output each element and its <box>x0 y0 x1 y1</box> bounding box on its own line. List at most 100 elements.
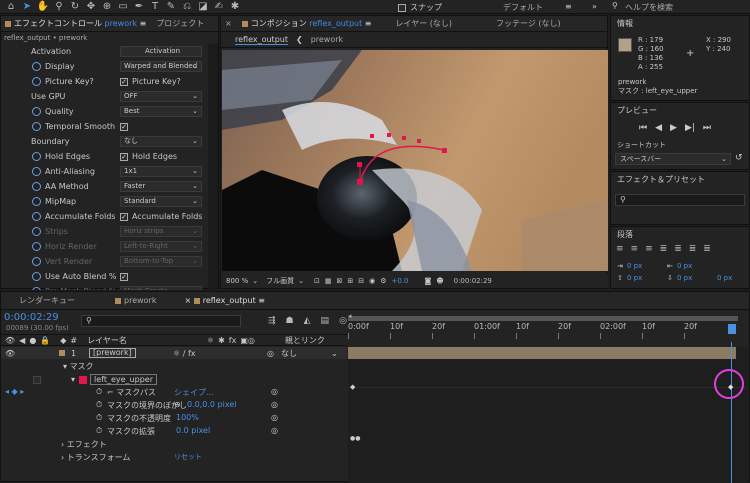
grid-icon[interactable]: ⊞ <box>347 277 353 285</box>
expression-pickwhip-icon[interactable]: ◎ <box>271 400 278 409</box>
stopwatch-icon[interactable] <box>32 242 41 251</box>
tab-timeline-reflex[interactable]: × reflex_output ≡ <box>184 296 264 305</box>
tab-composition[interactable]: コンポジション reflex_output ≡ <box>241 18 371 29</box>
zoom-tool-icon[interactable]: ⚲ <box>52 1 66 13</box>
guides-icon[interactable]: ⊟ <box>358 277 364 285</box>
text-tool-icon[interactable]: T <box>148 1 162 13</box>
prev-frame-icon[interactable]: ◀ <box>655 123 662 133</box>
stopwatch-icon[interactable] <box>32 152 41 161</box>
effect-row-dropdown[interactable]: OFF ⌄ <box>120 91 202 102</box>
feather-link-icon[interactable]: ⊖ <box>174 400 181 409</box>
stopwatch-icon[interactable] <box>32 62 41 71</box>
frame-blending-icon[interactable]: ▤ <box>321 316 330 326</box>
transform-reset[interactable]: リセット <box>174 452 202 462</box>
justify-all-icon[interactable]: ≣ <box>703 244 711 254</box>
pen-tool-icon[interactable]: ✒ <box>132 1 146 13</box>
table-row[interactable]: 👁 1 [prework] ⚛ / fx ◎ なし ⌄ <box>1 347 347 359</box>
snap-checkbox[interactable] <box>398 3 406 12</box>
stopwatch-icon[interactable] <box>32 122 41 131</box>
work-area-bar[interactable] <box>348 316 738 321</box>
stopwatch-icon[interactable] <box>32 227 41 236</box>
parent-link-icon[interactable]: ◎ <box>267 349 274 358</box>
layer-name[interactable]: [prework] <box>89 348 136 358</box>
tab-render-queue[interactable]: レンダーキュー <box>19 295 75 306</box>
effect-row-dropdown[interactable]: Bottom-to-Top ⌄ <box>120 256 202 267</box>
pan-behind-icon[interactable]: ⊕ <box>100 1 114 13</box>
help-search-input[interactable]: ヘルプを検索 <box>625 2 673 13</box>
effect-row-dropdown[interactable]: 1x1 ⌄ <box>120 166 202 177</box>
tab-timeline-prework[interactable]: prework <box>115 296 156 305</box>
play-icon[interactable]: ▶ <box>670 123 677 133</box>
effect-row-checkbox[interactable]: ✓ <box>120 272 132 281</box>
color-channel-icon[interactable]: ◉ <box>369 277 375 285</box>
timeline-search-input[interactable]: ⚲ <box>81 315 241 327</box>
exposure-icon[interactable]: ⚙ <box>380 277 386 285</box>
lock-icon[interactable]: 🔒 <box>40 336 50 345</box>
stopwatch-icon[interactable]: ⏱ <box>96 387 102 397</box>
expression-pickwhip-icon[interactable]: ◎ <box>271 413 278 422</box>
subtab-prework[interactable]: prework <box>311 35 343 44</box>
comp-viewer[interactable] <box>222 50 608 271</box>
effect-row-dropdown[interactable]: Best ⌄ <box>120 106 202 117</box>
home-icon[interactable]: ⌂ <box>4 1 18 13</box>
layer-duration-bar[interactable] <box>348 347 736 359</box>
effects-keyframe-icon[interactable]: ●● <box>350 435 360 442</box>
effect-row-checkbox[interactable]: ✓ Hold Edges <box>120 152 177 161</box>
effect-row-checkbox[interactable]: ✓ Picture Key? <box>120 77 181 86</box>
stopwatch-icon[interactable] <box>32 287 41 290</box>
effect-row-dropdown[interactable]: Horiz strips ⌄ <box>120 226 202 237</box>
camera-tool-icon[interactable]: ✥ <box>84 1 98 13</box>
hand-tool-icon[interactable]: ✋ <box>36 1 50 13</box>
clone-tool-icon[interactable]: ⎌ <box>180 1 194 13</box>
effect-row-dropdown[interactable]: Standard ⌄ <box>120 196 202 207</box>
workspace-expand-icon[interactable]: » <box>592 2 597 11</box>
effect-row-dropdown[interactable]: Left-to-Right ⌄ <box>120 241 202 252</box>
next-frame-icon[interactable]: ▶| <box>685 123 695 133</box>
draft-3d-icon[interactable]: ☗ <box>286 316 294 326</box>
keyframe-diamond-start[interactable]: ◆ <box>350 383 355 391</box>
motion-blur-icon[interactable]: ◎ <box>339 316 347 326</box>
mask-visibility-icon[interactable]: ⊠ <box>337 277 343 285</box>
justify-center-icon[interactable]: ≣ <box>674 244 682 254</box>
activation-button[interactable]: Activation <box>120 46 202 57</box>
playhead-handle[interactable] <box>728 324 736 334</box>
effect-row-checkbox[interactable]: ✓ <box>120 122 132 131</box>
layer-label-color[interactable] <box>59 349 68 358</box>
search-icon[interactable]: ⚲ <box>612 1 618 10</box>
justify-right-icon[interactable]: ≣ <box>689 244 697 254</box>
effect-row-checkbox[interactable]: ✓ Accumulate Folds <box>120 212 202 221</box>
space-before-value[interactable]: 0 px <box>627 273 642 284</box>
effect-row-dropdown[interactable]: Mesh Create⌄ <box>120 286 202 290</box>
mask-row[interactable]: ▾ left_eye_upper <box>33 374 347 385</box>
indent-right-value[interactable]: 0 px <box>677 261 692 272</box>
expression-pickwhip-icon[interactable]: ◎ <box>271 387 278 396</box>
parent-header[interactable]: 親とリンク <box>285 335 325 346</box>
expression-pickwhip-icon[interactable]: ◎ <box>271 426 278 435</box>
time-ruler[interactable]: ◂ 0:00f 10f 20f 01:00f 10f 20f 02:00f 10f 20f <box>348 312 748 346</box>
audio-icon[interactable]: ◀ <box>19 336 25 345</box>
roto-tool-icon[interactable]: ✍ <box>212 1 226 13</box>
effect-row-dropdown[interactable]: なし ⌄ <box>120 136 202 147</box>
zoom-dropdown[interactable]: 800 % <box>226 277 248 285</box>
first-frame-icon[interactable]: ⏮ <box>639 123 647 133</box>
stopwatch-icon[interactable] <box>32 182 41 191</box>
last-frame-icon[interactable]: ⏭ <box>703 123 711 133</box>
solo-icon[interactable]: ● <box>29 336 36 345</box>
comp-mini-flowchart-icon[interactable]: ⇶ <box>268 316 276 326</box>
eye-icon[interactable]: 👁 <box>5 336 15 345</box>
rectangle-tool-icon[interactable]: ▭ <box>116 1 130 13</box>
tab-footage[interactable]: フッテージ (なし) <box>496 18 561 29</box>
effects-group-row[interactable]: › エフェクト <box>61 439 107 450</box>
justify-left-icon[interactable]: ≣ <box>660 244 668 254</box>
layer-eye-icon[interactable]: 👁 <box>5 349 15 358</box>
mask-path-value[interactable]: シェイプ... <box>174 387 214 398</box>
opacity-value[interactable]: 100% <box>176 413 199 422</box>
reset-icon[interactable]: ↺ <box>735 153 743 163</box>
workspace-label[interactable]: デフォルト <box>503 2 543 13</box>
comp-timecode[interactable]: 0:00:02:29 <box>454 277 492 285</box>
stopwatch-icon[interactable]: ⏱ <box>96 400 102 410</box>
first-line-value[interactable]: 0 px <box>717 273 732 284</box>
parent-dropdown[interactable]: なし <box>281 348 297 359</box>
shortcut-dropdown[interactable]: スペースバー ⌄ <box>615 153 731 165</box>
keyframe-nav-icon[interactable]: ◂ ◆ ▸ <box>5 387 24 396</box>
